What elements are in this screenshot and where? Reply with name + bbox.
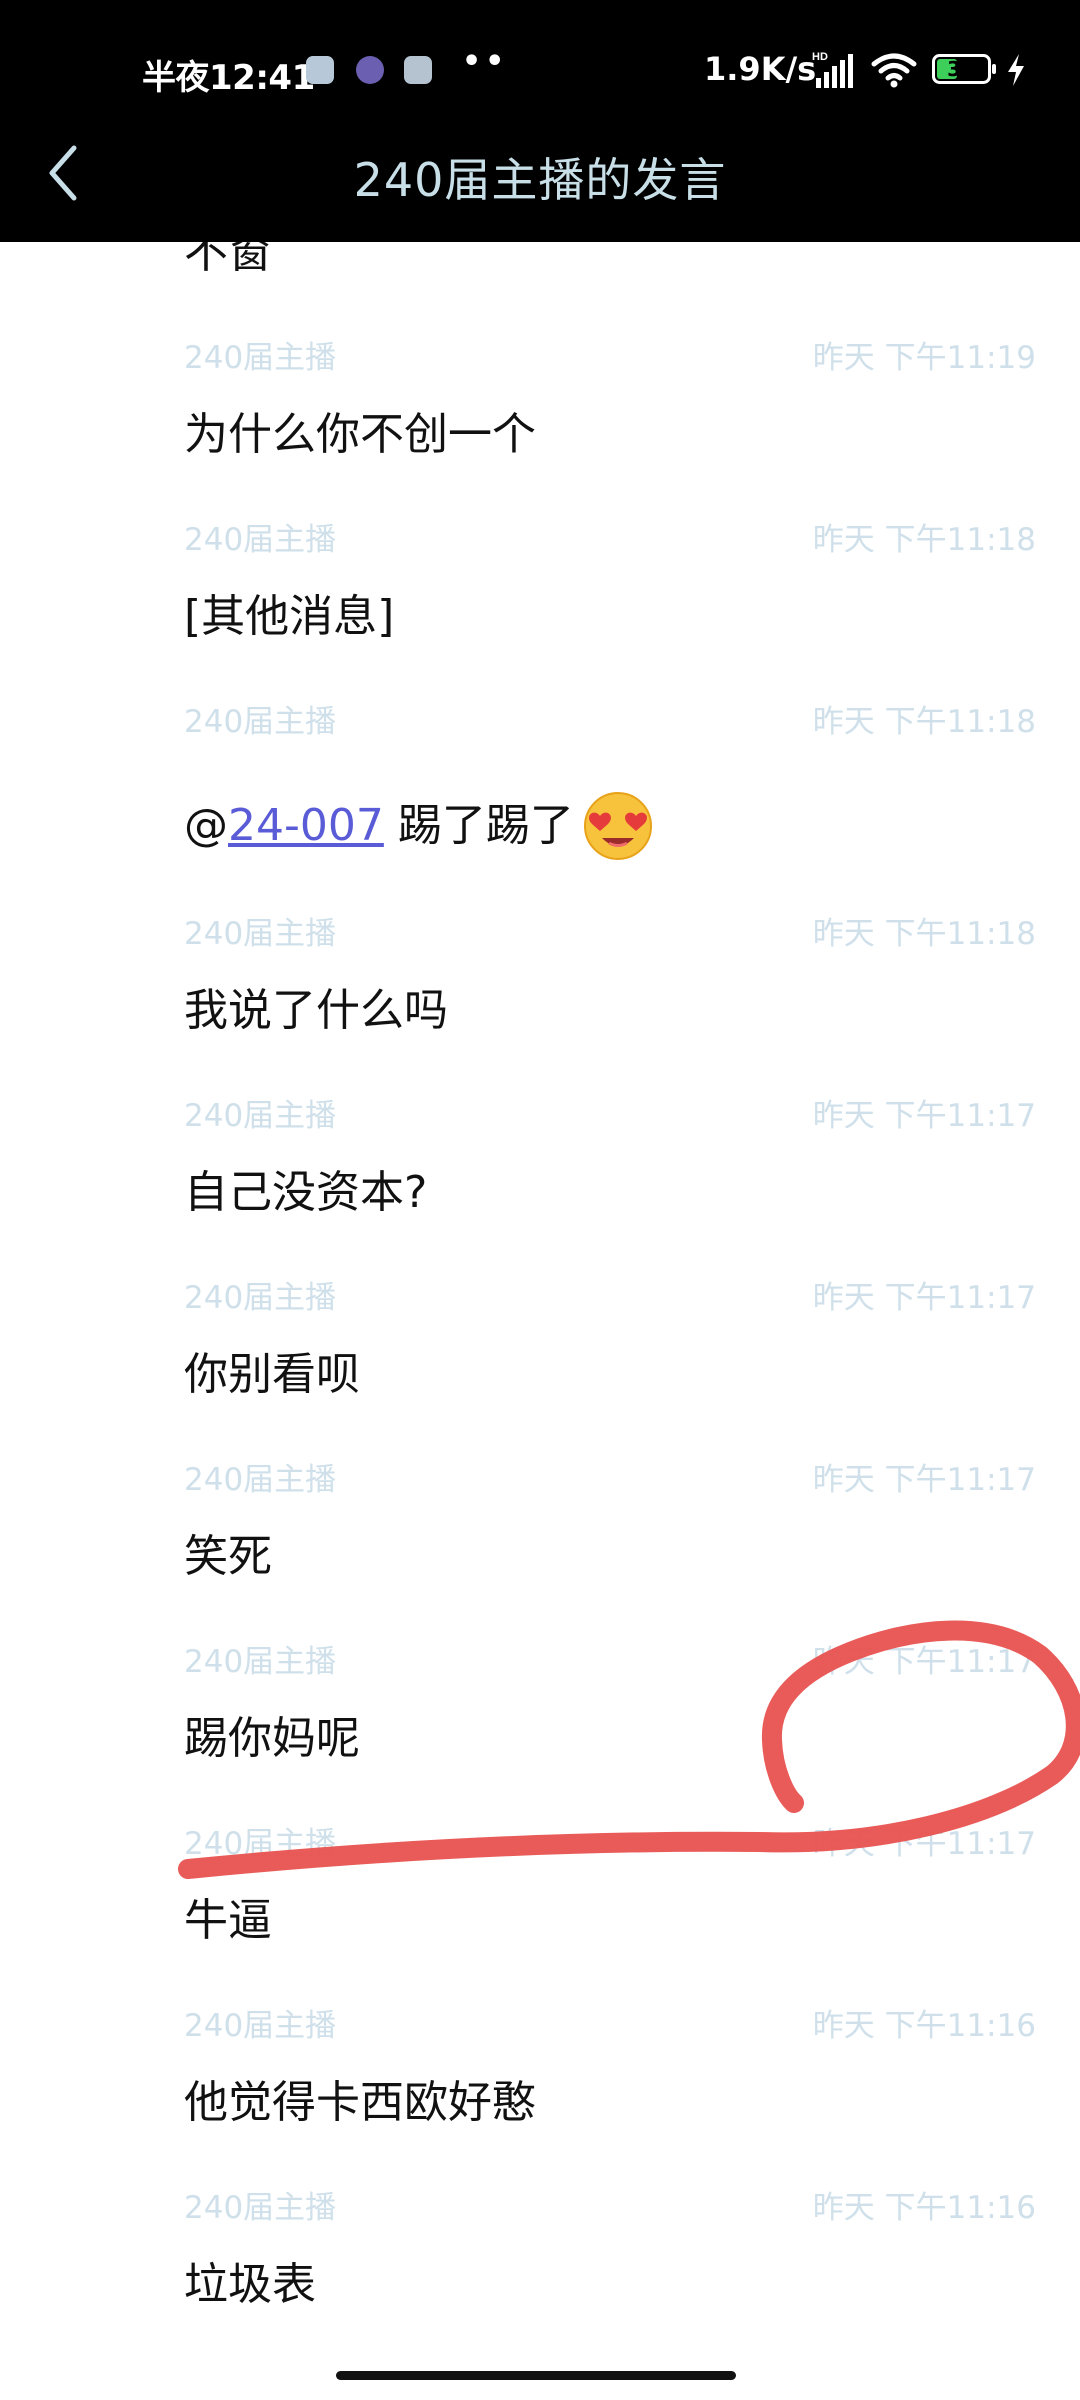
more-notifications-icon: ••: [462, 44, 509, 79]
svg-text:HD: HD: [812, 51, 828, 63]
message-list[interactable]: 不窗 240届主播 昨天 下午11:19 为什么你不创一个 240届主播 昨天 …: [0, 242, 1080, 2400]
message-sender: 240届主播: [184, 1098, 337, 1134]
message-text: 踢你妈呢: [184, 1713, 360, 1764]
app-notification-icon: [404, 56, 432, 84]
message-text: 自己没资本?: [184, 1167, 428, 1218]
message-sender: 240届主播: [184, 916, 337, 952]
message-sender: 240届主播: [184, 2008, 337, 2044]
status-time: 半夜12:41: [142, 58, 315, 98]
message-sender: 240届主播: [184, 2190, 337, 2226]
message-sender: 240届主播: [184, 522, 337, 558]
message-item[interactable]: 240届主播 昨天 下午11:19 为什么你不创一个: [0, 332, 1080, 514]
message-time: 昨天 下午11:17: [812, 1462, 1036, 1498]
message-text: @24-007 踢了踢了: [184, 786, 656, 862]
app-notification-icon: [356, 56, 384, 84]
battery-level: 33: [947, 57, 975, 81]
battery-icon: 33: [932, 54, 998, 84]
message-sender: 240届主播: [184, 1644, 337, 1680]
message-item[interactable]: 240届主播 昨天 下午11:17 牛逼: [0, 1818, 1080, 2000]
app-notification-icon: [306, 56, 334, 84]
network-speed: 1.9K/s: [704, 50, 817, 88]
message-text: 垃圾表: [184, 2259, 316, 2310]
message-time: 昨天 下午11:19: [812, 340, 1036, 376]
message-sender: 240届主播: [184, 1826, 337, 1862]
mention-link[interactable]: 24-007: [228, 800, 384, 851]
message-sender: 240届主播: [184, 1462, 337, 1498]
message-time: 昨天 下午11:16: [812, 2008, 1036, 2044]
message-item[interactable]: 240届主播 昨天 下午11:18 @24-007 踢了踢了: [0, 696, 1080, 908]
message-sender: 240届主播: [184, 340, 337, 376]
message-item[interactable]: 240届主播 昨天 下午11:17 自己没资本?: [0, 1090, 1080, 1272]
message-item[interactable]: 240届主播 昨天 下午11:17 笑死: [0, 1454, 1080, 1636]
page-title: 240届主播的发言: [353, 153, 727, 207]
message-item[interactable]: 240届主播 昨天 下午11:16 垃圾表: [0, 2182, 1080, 2364]
message-text: 笑死: [184, 1531, 272, 1582]
message-time: 昨天 下午11:17: [812, 1826, 1036, 1862]
message-text: 牛逼: [184, 1895, 272, 1946]
message-time: 昨天 下午11:18: [812, 916, 1036, 952]
heart-eyes-emoji-icon: [583, 792, 652, 860]
status-bar: 半夜12:41 •• 1.9K/s HD 33: [0, 40, 1080, 100]
message-item[interactable]: 240届主播 昨天 下午11:17 踢你妈呢: [0, 1636, 1080, 1818]
message-text: 你别看呗: [184, 1349, 360, 1400]
mention-prefix: @: [184, 800, 228, 851]
message-item[interactable]: 240届主播 昨天 下午11:18 [其他消息]: [0, 514, 1080, 696]
message-sender: 240届主播: [184, 1280, 337, 1316]
signal-bars-icon: HD: [812, 51, 853, 88]
message-time: 昨天 下午11:17: [812, 1644, 1036, 1680]
message-item[interactable]: 240届主播 昨天 下午11:18 我说了什么吗: [0, 908, 1080, 1090]
message-text: [其他消息]: [184, 591, 395, 642]
app-header: 半夜12:41 •• 1.9K/s HD 33 240届主播的发言: [0, 0, 1080, 242]
message-time: 昨天 下午11:16: [812, 2190, 1036, 2226]
message-text: 不窗: [184, 242, 272, 278]
message-time: 昨天 下午11:17: [812, 1098, 1036, 1134]
lightning-icon: [1008, 54, 1024, 86]
message-text-suffix: 踢了踢了: [383, 800, 574, 851]
message-text: 他觉得卡西欧好憨: [184, 2077, 536, 2128]
message-item[interactable]: 240届主播 昨天 下午11:16 他觉得卡西欧好憨: [0, 2000, 1080, 2182]
message-item[interactable]: 不窗: [0, 242, 1080, 332]
home-indicator[interactable]: [336, 2371, 736, 2380]
message-text: 为什么你不创一个: [184, 409, 536, 460]
message-time: 昨天 下午11:18: [812, 522, 1036, 558]
message-time: 昨天 下午11:18: [812, 704, 1036, 740]
message-text: 我说了什么吗: [184, 985, 448, 1036]
message-time: 昨天 下午11:17: [812, 1280, 1036, 1316]
message-sender: 240届主播: [184, 704, 337, 740]
wifi-icon: [871, 53, 917, 88]
message-item[interactable]: 240届主播 昨天 下午11:17 你别看呗: [0, 1272, 1080, 1454]
